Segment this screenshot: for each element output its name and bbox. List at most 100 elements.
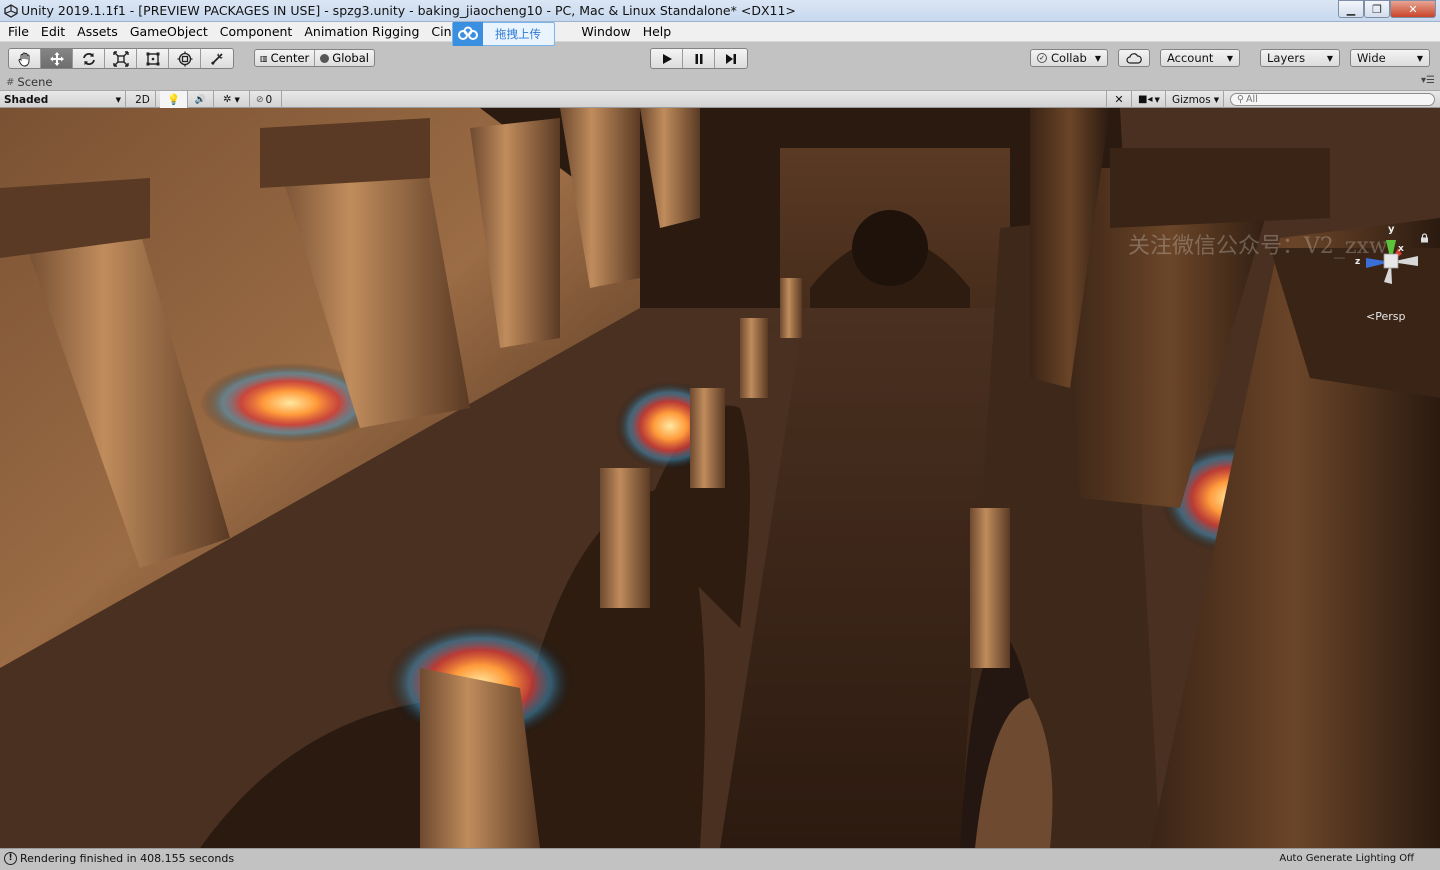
- axis-x-label: x: [1398, 244, 1404, 254]
- axis-z-label: z: [1355, 257, 1360, 267]
- menu-gameobject[interactable]: GameObject: [124, 22, 214, 42]
- gizmos-label: Gizmos: [1172, 93, 1211, 106]
- close-button[interactable]: ✕: [1390, 0, 1436, 18]
- transform-tool-button[interactable]: [169, 49, 201, 68]
- lightbulb-icon: 💡: [166, 94, 181, 106]
- tab-scene[interactable]: # Scene: [6, 75, 52, 89]
- grid-icon: #: [6, 76, 15, 88]
- gizmos-dropdown[interactable]: Gizmos ▼: [1168, 91, 1224, 108]
- globe-icon: [320, 53, 330, 63]
- check-circle-icon: ✓: [1037, 53, 1047, 63]
- maximize-button[interactable]: ❐: [1364, 0, 1390, 18]
- axis-y-label: y: [1388, 224, 1395, 235]
- menu-file[interactable]: File: [0, 22, 35, 42]
- collab-label: Collab: [1051, 51, 1087, 65]
- menu-bar: File Edit Assets GameObject Component An…: [0, 22, 1440, 42]
- upload-label: 拖拽上传: [495, 27, 541, 41]
- projection-label[interactable]: <Persp: [1366, 310, 1405, 323]
- lighting-toggle[interactable]: 💡: [160, 91, 188, 108]
- account-dropdown[interactable]: Account ▼: [1160, 49, 1240, 67]
- chevron-left-icon: <: [1366, 310, 1376, 323]
- step-button[interactable]: [715, 49, 747, 68]
- scene-viewport[interactable]: 关注微信公众号：V2_zxw y x z <Persp: [0, 108, 1440, 848]
- info-icon: !: [4, 852, 17, 865]
- menu-component[interactable]: Component: [214, 22, 299, 42]
- effects-dropdown[interactable]: ✲ ▼: [214, 91, 250, 108]
- rotate-icon: [82, 52, 95, 65]
- pivot-center-icon: ▥: [260, 53, 268, 63]
- camera-dropdown[interactable]: ■◂ ▼: [1134, 91, 1166, 108]
- 2d-toggle[interactable]: 2D: [130, 91, 156, 108]
- scene-toolbar: Shaded ▼ 2D 💡 🔊 ✲ ▼ ⊘ 0 ✕ ■◂ ▼ Gizmos ▼: [0, 90, 1440, 108]
- menu-animation-rigging[interactable]: Animation Rigging: [298, 22, 425, 42]
- rotate-tool-button[interactable]: [73, 49, 105, 68]
- layers-dropdown[interactable]: Layers ▼: [1260, 49, 1340, 67]
- status-bar: ! Rendering finished in 408.155 seconds …: [0, 848, 1440, 870]
- pivot-center-button[interactable]: ▥ Center: [255, 50, 316, 66]
- unity-editor-window: Unity 2019.1.1f1 - [PREVIEW PACKAGES IN …: [0, 0, 1440, 870]
- pivot-toggle-group: ▥ Center Global: [254, 49, 375, 67]
- orientation-gizmo[interactable]: y x z: [1352, 224, 1432, 304]
- hidden-objects-toggle[interactable]: ⊘ 0: [252, 91, 282, 108]
- lighting-status: Auto Generate Lighting Off: [1279, 853, 1414, 864]
- pivot-center-label: Center: [270, 51, 310, 65]
- pivot-global-label: Global: [332, 51, 369, 65]
- window-title: Unity 2019.1.1f1 - [PREVIEW PACKAGES IN …: [21, 3, 796, 18]
- rect-icon: [146, 52, 159, 65]
- close-icon: ✕: [1408, 2, 1418, 16]
- dropdown-arrow-icon: ▼: [1226, 53, 1233, 63]
- minimize-button[interactable]: ▁: [1338, 0, 1364, 18]
- menu-help[interactable]: Help: [637, 22, 678, 42]
- main-toolbar: ▥ Center Global ✓ Collab ▼ Account ▼ Lay…: [0, 43, 1440, 73]
- menu-window[interactable]: Window: [575, 22, 636, 42]
- dropdown-arrow-icon: ▼: [1154, 95, 1160, 104]
- custom-tool-button[interactable]: [201, 49, 233, 68]
- status-message-area[interactable]: ! Rendering finished in 408.155 seconds: [4, 852, 234, 865]
- playmode-controls: [650, 48, 748, 69]
- play-button[interactable]: [651, 49, 683, 68]
- cloud-share-icon: [453, 22, 483, 46]
- hand-icon: [18, 52, 29, 67]
- dropdown-arrow-icon: ▼: [1416, 53, 1423, 63]
- status-message: Rendering finished in 408.155 seconds: [20, 852, 235, 865]
- shading-mode-label: Shaded: [4, 93, 49, 106]
- dropdown-arrow-icon: ▼: [115, 95, 121, 104]
- menu-assets[interactable]: Assets: [71, 22, 124, 42]
- pivot-global-button[interactable]: Global: [315, 50, 374, 66]
- search-icon: ⚲: [1237, 94, 1244, 105]
- tools-icon: ✕: [1114, 93, 1124, 106]
- audio-toggle[interactable]: 🔊: [188, 91, 214, 108]
- scale-tool-button[interactable]: [105, 49, 137, 68]
- collab-dropdown[interactable]: ✓ Collab ▼: [1030, 49, 1108, 67]
- eye-slash-icon: ⊘: [256, 94, 264, 105]
- transform-icon: [177, 51, 192, 66]
- 2d-label: 2D: [135, 93, 150, 106]
- tools-toggle[interactable]: ✕: [1106, 91, 1132, 108]
- cloud-services-button[interactable]: [1118, 49, 1150, 67]
- search-placeholder: All: [1245, 94, 1258, 105]
- scene-search-field[interactable]: ⚲ All: [1230, 93, 1435, 106]
- menu-edit[interactable]: Edit: [35, 22, 71, 42]
- watermark-text: 关注微信公众号：V2_zxw: [1128, 234, 1388, 259]
- scene-tab-row: # Scene ▾☰: [0, 73, 1440, 90]
- tab-menu-icon[interactable]: ▾☰: [1421, 75, 1435, 86]
- hand-tool-button[interactable]: [9, 49, 41, 68]
- shading-mode-dropdown[interactable]: Shaded ▼: [0, 91, 126, 108]
- layout-dropdown[interactable]: Wide ▼: [1350, 49, 1430, 67]
- move-tool-button[interactable]: [41, 49, 73, 68]
- custom-tools-icon: [211, 52, 223, 65]
- pause-icon: [695, 53, 702, 64]
- minimize-icon: ▁: [1346, 2, 1356, 16]
- pause-button[interactable]: [683, 49, 715, 68]
- layers-label: Layers: [1267, 51, 1306, 65]
- title-bar: Unity 2019.1.1f1 - [PREVIEW PACKAGES IN …: [0, 0, 1440, 22]
- rect-tool-button[interactable]: [137, 49, 169, 68]
- maximize-icon: ❐: [1372, 2, 1382, 16]
- play-icon: [662, 53, 672, 64]
- step-icon: [726, 53, 736, 64]
- upload-widget[interactable]: 拖拽上传: [452, 22, 555, 46]
- dropdown-arrow-icon: ▼: [1213, 95, 1220, 104]
- projection-text: Persp: [1375, 310, 1406, 323]
- scene-render: [0, 108, 1440, 848]
- camera-icon: ■◂: [1138, 94, 1153, 105]
